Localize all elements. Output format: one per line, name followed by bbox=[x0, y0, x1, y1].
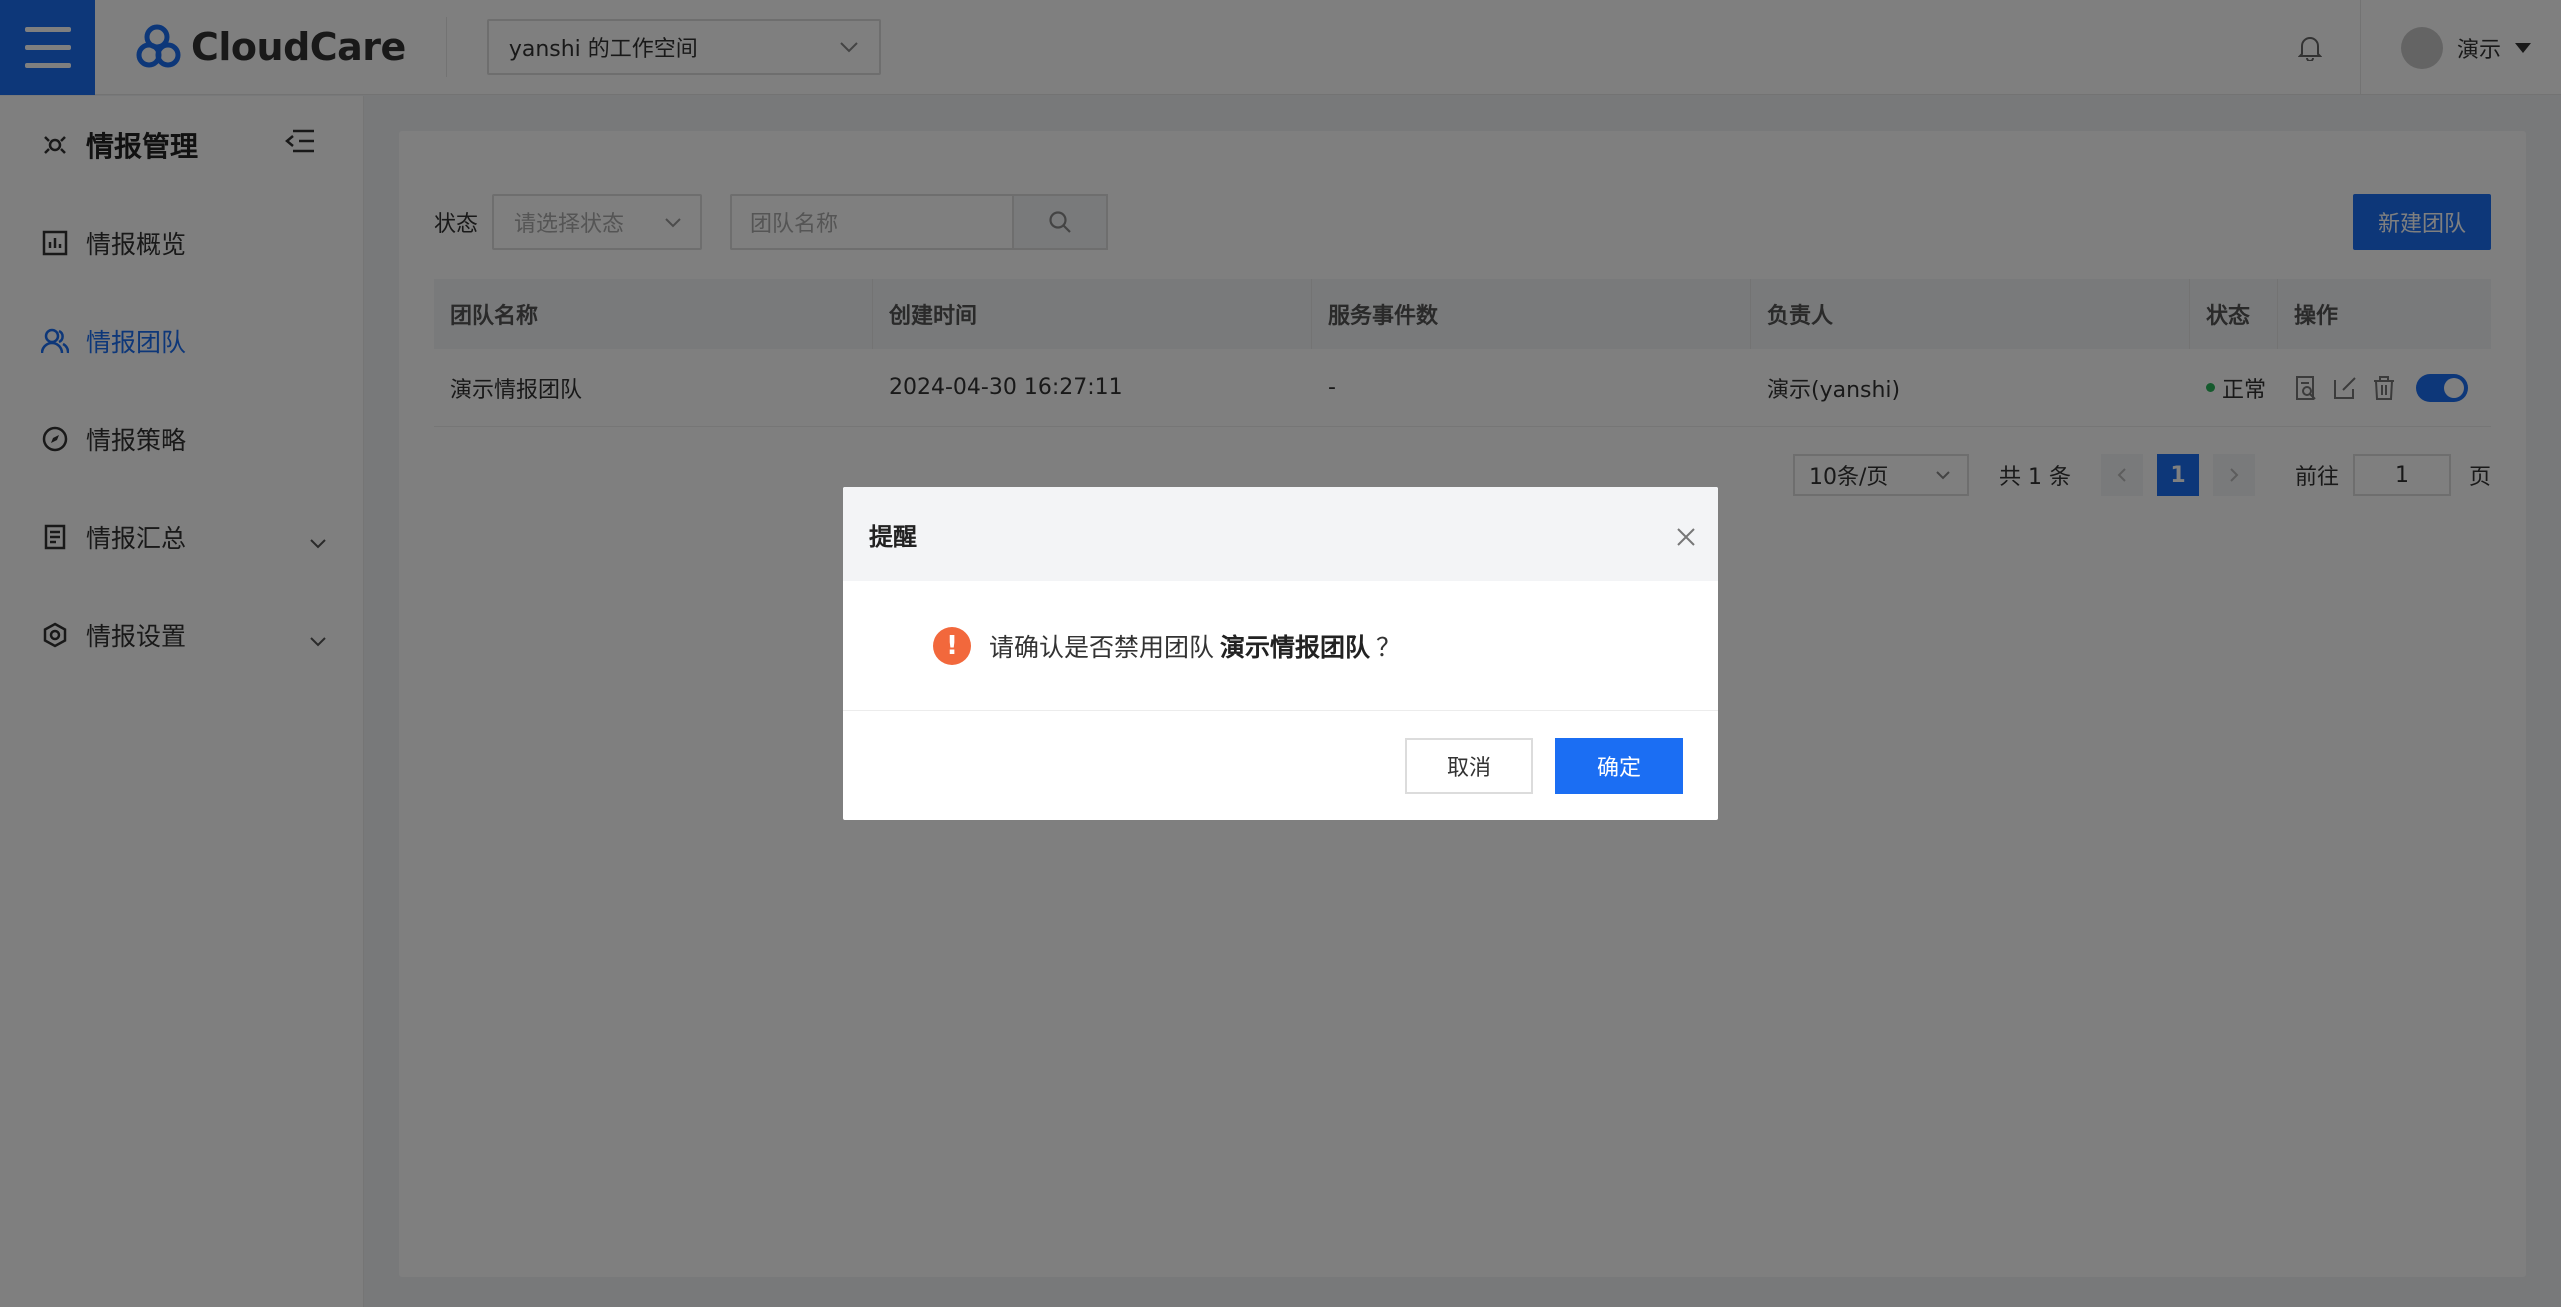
dialog-team-name: 演示情报团队 bbox=[1220, 632, 1371, 662]
close-dialog-button[interactable] bbox=[1676, 525, 1696, 553]
close-icon bbox=[1677, 528, 1695, 546]
confirm-dialog: 提醒 ! 请确认是否禁用团队 演示情报团队 ？ 取消 确定 bbox=[843, 487, 1718, 820]
dialog-footer: 取消 确定 bbox=[843, 711, 1718, 820]
dialog-header: 提醒 bbox=[843, 487, 1718, 581]
cancel-button[interactable]: 取消 bbox=[1405, 737, 1533, 794]
dialog-message-suffix: ？ bbox=[1376, 632, 1402, 662]
dialog-message-prefix: 请确认是否禁用团队 bbox=[989, 632, 1215, 662]
confirm-button[interactable]: 确定 bbox=[1555, 737, 1683, 794]
dialog-body: ! 请确认是否禁用团队 演示情报团队 ？ bbox=[843, 581, 1718, 711]
dialog-title: 提醒 bbox=[869, 522, 917, 551]
warning-icon: ! bbox=[933, 626, 971, 665]
